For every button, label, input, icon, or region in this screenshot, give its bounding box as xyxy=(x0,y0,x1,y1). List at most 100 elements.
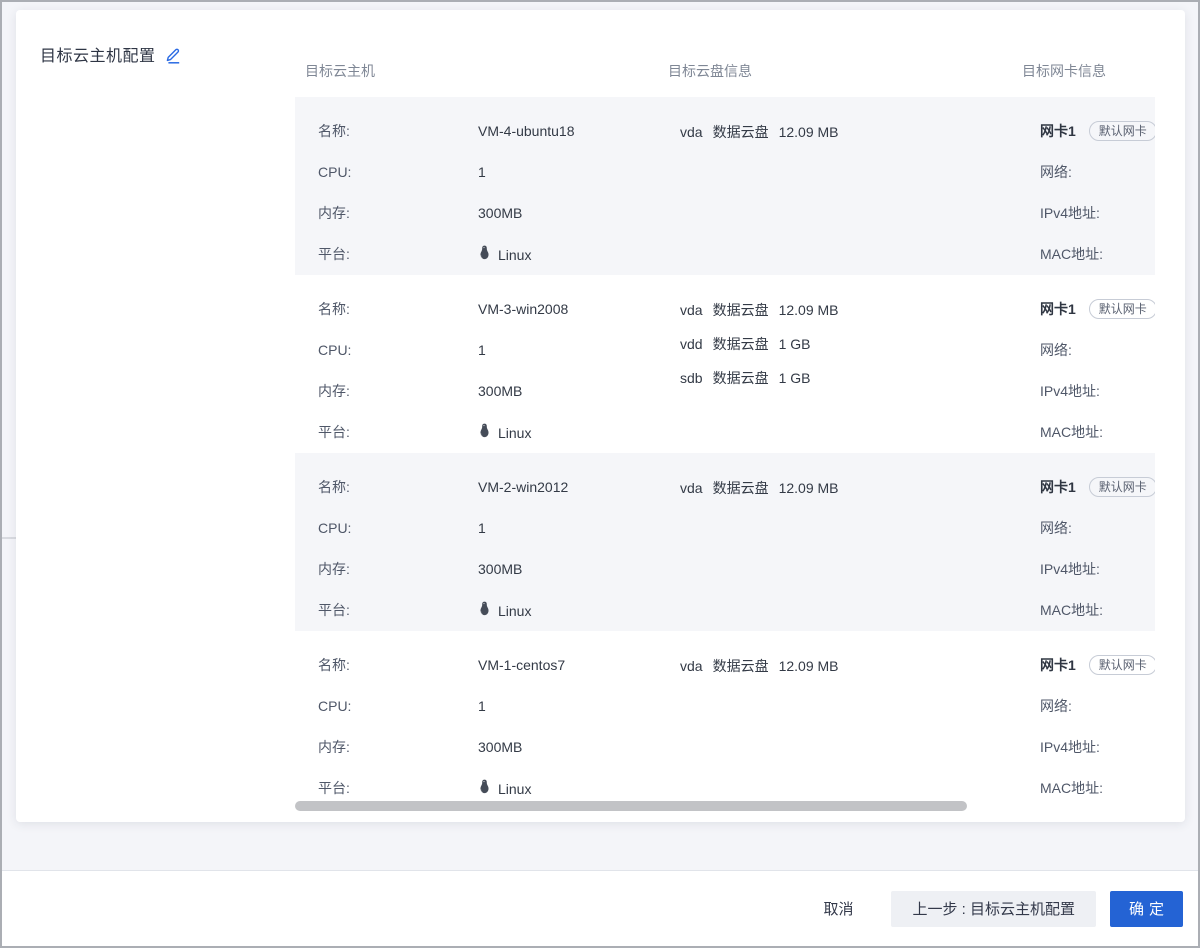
footer-bar: 取消 上一步 : 目标云主机配置 确定 xyxy=(2,870,1198,946)
network-label: 网络: xyxy=(1040,686,1155,727)
linux-tux-icon xyxy=(478,413,491,454)
host-info-cell: 名称: VM-4-ubuntu18 CPU: 1 内存: 300MB 平台: xyxy=(295,97,680,276)
disk-size: 12.09 MB xyxy=(779,480,839,496)
mac-label: MAC地址: xyxy=(1040,412,1155,453)
disk-size: 12.09 MB xyxy=(779,658,839,674)
card-title-row: 目标云主机配置 xyxy=(40,42,182,66)
cancel-button[interactable]: 取消 xyxy=(819,891,857,927)
memory-label: 内存: xyxy=(318,193,478,234)
default-nic-badge: 默认网卡 xyxy=(1089,477,1155,497)
page-title: 目标云主机配置 xyxy=(40,42,156,66)
disk-line: vda 数据云盘 12.09 MB xyxy=(680,471,1020,505)
disk-type: 数据云盘 xyxy=(713,302,769,318)
nic-info-cell: 网卡1 默认网卡 网络: IPv4地址: MAC地址: xyxy=(1040,453,1155,631)
disk-info-cell: vda 数据云盘 12.09 MB vdd 数据云盘 1 GB sdb 数据云盘 1 GB xyxy=(680,275,1020,395)
network-label: 网络: xyxy=(1040,330,1155,371)
disk-dev: vda xyxy=(680,480,703,496)
header-target-nic: 目标网卡信息 xyxy=(1022,61,1106,81)
cpu-value: 1 xyxy=(478,152,486,193)
platform-label: 平台: xyxy=(318,412,478,454)
nic-name: 网卡1 xyxy=(1040,657,1076,673)
default-nic-badge: 默认网卡 xyxy=(1089,655,1155,675)
previous-step-button[interactable]: 上一步 : 目标云主机配置 xyxy=(891,891,1096,927)
platform-value: Linux xyxy=(498,591,531,632)
ipv4-label: IPv4地址: xyxy=(1040,549,1155,590)
disk-info-cell: vda 数据云盘 12.09 MB xyxy=(680,453,1020,505)
disk-type: 数据云盘 xyxy=(713,370,769,386)
horizontal-scrollbar-thumb[interactable] xyxy=(295,801,967,811)
name-value: VM-4-ubuntu18 xyxy=(478,111,575,152)
nic-name: 网卡1 xyxy=(1040,479,1076,495)
platform-label: 平台: xyxy=(318,234,478,276)
memory-label: 内存: xyxy=(318,371,478,412)
nic-info-cell: 网卡1 默认网卡 网络: IPv4地址: MAC地址: xyxy=(1040,275,1155,453)
table-row: 名称: VM-4-ubuntu18 CPU: 1 内存: 300MB 平台: xyxy=(295,97,1155,275)
disk-info-cell: vda数据云盘12.09 MB xyxy=(680,631,1020,683)
disk-type: 数据云盘 xyxy=(713,658,769,674)
disk-size: 12.09 MB xyxy=(779,124,839,140)
disk-size: 1 GB xyxy=(779,336,811,352)
target-host-config-card: 目标云主机配置 目标云主机 目标云盘信息 目标网卡信息 名称: VM-4-ubu xyxy=(16,10,1185,822)
network-label: 网络: xyxy=(1040,508,1155,549)
disk-type: 数据云盘 xyxy=(713,336,769,352)
disk-size: 12.09 MB xyxy=(779,302,839,318)
disk-line: sdb 数据云盘 1 GB xyxy=(680,361,1020,395)
disk-size: 1 GB xyxy=(779,370,811,386)
page-edge-divider xyxy=(2,537,17,539)
nic-info-cell: 网卡1 默认网卡 网络: IPv4地址: MAC地址: xyxy=(1040,631,1155,809)
name-value: VM-3-win2008 xyxy=(478,289,568,330)
name-label: 名称: xyxy=(318,467,478,508)
cpu-label: CPU: xyxy=(318,330,478,371)
table-row: 名称: VM-2-win2012 CPU: 1 内存: 300MB 平台: xyxy=(295,453,1155,631)
name-label: 名称: xyxy=(318,111,478,152)
cpu-label: CPU: xyxy=(318,152,478,193)
disk-type: 数据云盘 xyxy=(713,480,769,496)
memory-value: 300MB xyxy=(478,371,522,412)
linux-tux-icon xyxy=(478,591,491,632)
table-row: 名称: VM-1-centos7 CPU: 1 内存: 300MB 平台: xyxy=(295,631,1155,809)
disk-dev: sdb xyxy=(680,370,703,386)
disk-dev: vdd xyxy=(680,336,703,352)
disk-dev: vda xyxy=(680,124,703,140)
edit-icon[interactable] xyxy=(165,47,182,64)
network-label: 网络: xyxy=(1040,152,1155,193)
name-value: VM-2-win2012 xyxy=(478,467,568,508)
cpu-value: 1 xyxy=(478,686,486,727)
cpu-label: CPU: xyxy=(318,686,478,727)
name-label: 名称: xyxy=(318,289,478,330)
platform-label: 平台: xyxy=(318,590,478,632)
platform-value: Linux xyxy=(498,413,531,454)
name-label: 名称: xyxy=(318,645,478,686)
default-nic-badge: 默认网卡 xyxy=(1089,299,1155,319)
disk-dev: vda xyxy=(680,302,703,318)
disk-line: vda 数据云盘 12.09 MB xyxy=(680,293,1020,327)
config-table: 目标云主机 目标云盘信息 目标网卡信息 名称: VM-4-ubuntu18 CP… xyxy=(295,45,1155,812)
ipv4-label: IPv4地址: xyxy=(1040,193,1155,234)
memory-value: 300MB xyxy=(478,727,522,768)
table-body: 名称: VM-4-ubuntu18 CPU: 1 内存: 300MB 平台: xyxy=(295,97,1155,809)
mac-label: MAC地址: xyxy=(1040,768,1155,809)
disk-type: 数据云盘 xyxy=(713,124,769,140)
dialog-frame: 目标云主机配置 目标云主机 目标云盘信息 目标网卡信息 名称: VM-4-ubu xyxy=(0,0,1200,948)
disk-info-cell: vda 数据云盘 12.09 MB xyxy=(680,97,1020,149)
header-target-disk: 目标云盘信息 xyxy=(668,61,752,81)
platform-value: Linux xyxy=(498,235,531,276)
cpu-label: CPU: xyxy=(318,508,478,549)
memory-label: 内存: xyxy=(318,549,478,590)
memory-label: 内存: xyxy=(318,727,478,768)
memory-value: 300MB xyxy=(478,549,522,590)
linux-tux-icon xyxy=(478,235,491,276)
host-info-cell: 名称: VM-2-win2012 CPU: 1 内存: 300MB 平台: xyxy=(295,453,680,632)
cpu-value: 1 xyxy=(478,508,486,549)
confirm-button[interactable]: 确定 xyxy=(1110,891,1183,927)
mac-label: MAC地址: xyxy=(1040,590,1155,631)
nic-info-cell: 网卡1 默认网卡 网络: IPv4地址: MAC地址: xyxy=(1040,97,1155,275)
mac-label: MAC地址: xyxy=(1040,234,1155,275)
disk-line: vda 数据云盘 12.09 MB xyxy=(680,115,1020,149)
default-nic-badge: 默认网卡 xyxy=(1089,121,1155,141)
memory-value: 300MB xyxy=(478,193,522,234)
nic-name: 网卡1 xyxy=(1040,301,1076,317)
disk-line: vdd 数据云盘 1 GB xyxy=(680,327,1020,361)
table-header: 目标云主机 目标云盘信息 目标网卡信息 xyxy=(295,45,1155,97)
ipv4-label: IPv4地址: xyxy=(1040,371,1155,412)
